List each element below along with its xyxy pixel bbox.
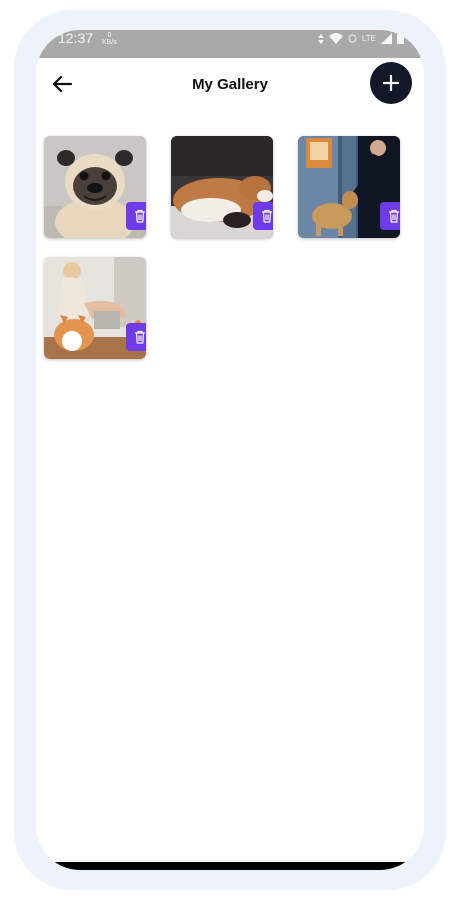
delete-photo-button[interactable] bbox=[253, 202, 273, 230]
status-icons: LTE bbox=[317, 33, 404, 44]
bottom-bar bbox=[50, 862, 410, 870]
trash-icon bbox=[389, 209, 399, 223]
status-time: 12:37 bbox=[58, 30, 94, 46]
data-arrows-icon bbox=[317, 33, 324, 44]
trash-icon bbox=[135, 330, 145, 344]
network-speed: 0 KB/s bbox=[102, 32, 117, 46]
photo-tile-dog-with-person[interactable] bbox=[298, 136, 400, 238]
wifi-icon bbox=[328, 33, 343, 44]
delete-photo-button[interactable] bbox=[380, 202, 400, 230]
delete-photo-button[interactable] bbox=[126, 202, 146, 230]
signal-icon bbox=[381, 33, 392, 44]
page-title: My Gallery bbox=[192, 76, 268, 93]
alarm-icon bbox=[348, 34, 357, 43]
add-photo-button[interactable] bbox=[370, 62, 412, 104]
phone-screen: 12:37 0 KB/s LTE My Gallery bbox=[36, 30, 424, 870]
status-bar: 12:37 0 KB/s LTE bbox=[36, 30, 424, 58]
plus-icon bbox=[383, 75, 399, 91]
trash-icon bbox=[135, 209, 145, 223]
photo-tile-pug[interactable] bbox=[44, 136, 146, 238]
battery-icon bbox=[397, 33, 404, 44]
network-speed-unit: KB/s bbox=[102, 39, 117, 46]
network-type: LTE bbox=[361, 34, 376, 43]
app-bar: My Gallery bbox=[36, 58, 424, 118]
trash-icon bbox=[262, 209, 272, 223]
delete-photo-button[interactable] bbox=[126, 323, 146, 351]
network-speed-value: 0 bbox=[107, 32, 112, 39]
photo-tile-woman-with-corgi[interactable] bbox=[44, 257, 146, 359]
photo-tile-dog-lying[interactable] bbox=[171, 136, 273, 238]
